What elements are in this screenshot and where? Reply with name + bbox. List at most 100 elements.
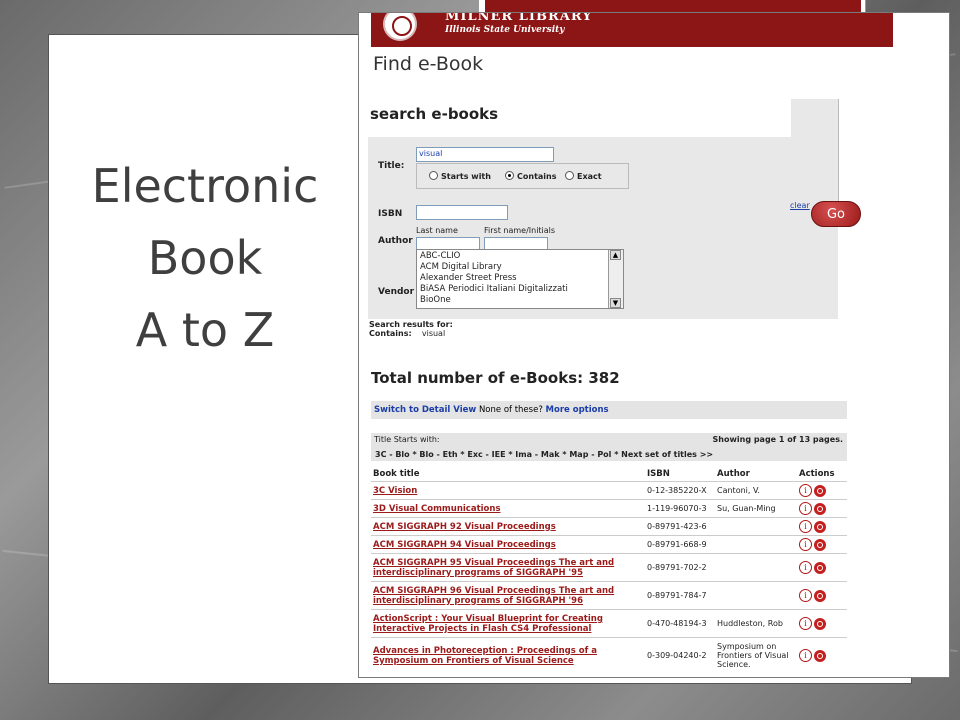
table-row: Advances in Photoreception : Proceedings… xyxy=(371,637,847,674)
library-screenshot: MILNER LIBRARY Illinois State University… xyxy=(358,12,950,678)
author-cell xyxy=(715,553,797,582)
view-options-bar: Switch to Detail View None of these? Mor… xyxy=(371,401,847,419)
scroll-up-icon[interactable]: ▲ xyxy=(610,250,621,260)
info-icon[interactable]: i xyxy=(799,589,812,602)
title-starts-with-label: Title Starts with: xyxy=(374,435,440,444)
table-row: 3D Visual Communications 1-119-96070-3 S… xyxy=(371,499,847,518)
col-actions: Actions xyxy=(799,469,835,479)
book-title-link[interactable]: ACM SIGGRAPH 92 Visual Proceedings xyxy=(373,522,556,532)
book-title-link[interactable]: Advances in Photoreception : Proceedings… xyxy=(373,646,597,666)
total-count: Total number of e-Books: 382 xyxy=(371,369,620,387)
none-of-these-text: None of these? xyxy=(478,405,543,415)
go-icon[interactable] xyxy=(814,617,826,630)
book-title-link[interactable]: ACM SIGGRAPH 94 Visual Proceedings xyxy=(373,540,556,550)
go-icon[interactable] xyxy=(814,561,826,574)
vendor-select[interactable]: ABC-CLIO ACM Digital Library Alexander S… xyxy=(416,249,624,309)
info-icon[interactable]: i xyxy=(799,617,812,630)
library-banner: MILNER LIBRARY Illinois State University xyxy=(371,13,893,47)
university-seal-icon xyxy=(383,13,417,41)
go-icon[interactable] xyxy=(814,484,826,497)
scroll-down-icon[interactable]: ▼ xyxy=(610,298,621,308)
first-name-label: First name/Initials xyxy=(484,226,556,235)
page-title: Find e-Book xyxy=(373,53,484,75)
go-icon[interactable] xyxy=(814,649,826,662)
info-icon[interactable]: i xyxy=(799,561,812,574)
vendor-option[interactable]: Alexander Street Press xyxy=(420,273,517,283)
search-heading: search e-books xyxy=(368,99,791,137)
go-button[interactable]: Go xyxy=(811,201,861,227)
last-name-label: Last name xyxy=(416,226,458,235)
author-cell xyxy=(715,535,797,554)
contains-label: Contains: xyxy=(369,329,412,338)
isbn-cell: 0-89791-784-7 xyxy=(645,581,715,610)
author-cell: Su, Guan-Ming xyxy=(715,499,797,518)
slide-title-line: Electronic xyxy=(91,159,319,213)
more-options-link[interactable]: More options xyxy=(546,405,609,415)
title-search-input[interactable]: visual xyxy=(416,147,554,162)
vendor-label: Vendor xyxy=(378,287,415,297)
author-cell: Huddleston, Rob xyxy=(715,609,797,638)
author-cell xyxy=(715,517,797,536)
go-icon[interactable] xyxy=(814,502,826,515)
table-row: ACM SIGGRAPH 94 Visual Proceedings 0-897… xyxy=(371,535,847,554)
book-title-link[interactable]: 3D Visual Communications xyxy=(373,504,501,514)
info-icon[interactable]: i xyxy=(799,649,812,663)
book-title-link[interactable]: ActionScript : Your Visual Blueprint for… xyxy=(373,614,603,634)
book-title-link[interactable]: 3C Vision xyxy=(373,486,417,496)
results-table: Book title ISBN Author Actions 3C Vision… xyxy=(371,467,847,674)
isbn-input[interactable] xyxy=(416,205,508,220)
search-results-label: Search results for: xyxy=(369,320,453,329)
banner-subtitle: Illinois State University xyxy=(445,25,565,35)
table-row: 3C Vision 0-12-385220-X Cantoni, V. i xyxy=(371,481,847,500)
go-icon[interactable] xyxy=(814,538,826,551)
table-row: ACM SIGGRAPH 92 Visual Proceedings 0-897… xyxy=(371,517,847,536)
isbn-label: ISBN xyxy=(378,209,403,219)
title-label: Title: xyxy=(378,161,405,171)
author-cell: Cantoni, V. xyxy=(715,481,797,500)
radio-exact[interactable]: Exact xyxy=(565,171,602,181)
vendor-option[interactable]: ABC-CLIO xyxy=(420,251,460,261)
table-header: Book title ISBN Author Actions xyxy=(371,467,847,482)
col-isbn: ISBN xyxy=(647,469,670,479)
isbn-cell: 0-89791-668-9 xyxy=(645,535,715,554)
page-indicator: Showing page 1 of 13 pages. xyxy=(712,435,843,444)
isbn-cell: 0-309-04240-2 xyxy=(645,637,715,674)
vendor-option[interactable]: BioOne xyxy=(420,295,451,305)
search-summary: Search results for: Contains: visual xyxy=(369,320,453,338)
go-icon[interactable] xyxy=(814,520,826,533)
alphabet-range-links[interactable]: 3C - Blo * Blo - Eth * Exc - IEE * Ima -… xyxy=(375,450,713,459)
search-panel: search e-books Title: visual Starts with… xyxy=(368,99,838,319)
radio-starts-with[interactable]: Starts with xyxy=(429,171,491,181)
switch-detail-view-link[interactable]: Switch to Detail View xyxy=(374,405,476,415)
author-cell: Symposium on Frontiers of Visual Science… xyxy=(715,637,797,674)
title-match-options: Starts with Contains Exact xyxy=(416,163,629,189)
isbn-cell: 0-89791-423-6 xyxy=(645,517,715,536)
pagination-bar: Title Starts with: Showing page 1 of 13 … xyxy=(371,433,847,461)
info-icon[interactable]: i xyxy=(799,520,812,533)
banner-title: MILNER LIBRARY xyxy=(445,12,593,24)
isbn-cell: 1-119-96070-3 xyxy=(645,499,715,518)
table-row: ActionScript : Your Visual Blueprint for… xyxy=(371,609,847,638)
vendor-scrollbar[interactable]: ▲ ▼ xyxy=(608,250,623,308)
info-icon[interactable]: i xyxy=(799,484,812,497)
vendor-option[interactable]: BiASA Periodici Italiani Digitalizzati xyxy=(420,284,568,294)
book-title-link[interactable]: ACM SIGGRAPH 96 Visual Proceedings The a… xyxy=(373,586,614,606)
author-cell xyxy=(715,581,797,610)
clear-link[interactable]: clear xyxy=(790,201,810,210)
vendor-option[interactable]: ACM Digital Library xyxy=(420,262,502,272)
col-book-title: Book title xyxy=(373,469,420,479)
book-title-link[interactable]: ACM SIGGRAPH 95 Visual Proceedings The a… xyxy=(373,558,614,578)
table-row: ACM SIGGRAPH 96 Visual Proceedings The a… xyxy=(371,581,847,610)
isbn-cell: 0-12-385220-X xyxy=(645,481,715,500)
search-heading-text: search e-books xyxy=(370,105,499,123)
slide-title: Electronic Book A to Z xyxy=(60,150,350,366)
isbn-cell: 0-470-48194-3 xyxy=(645,609,715,638)
author-label: Author xyxy=(378,236,413,246)
go-icon[interactable] xyxy=(814,589,826,602)
isbn-cell: 0-89791-702-2 xyxy=(645,553,715,582)
info-icon[interactable]: i xyxy=(799,502,812,515)
col-author: Author xyxy=(717,469,750,479)
radio-contains[interactable]: Contains xyxy=(505,171,556,181)
info-icon[interactable]: i xyxy=(799,538,812,551)
slide-title-line: A to Z xyxy=(135,303,275,357)
